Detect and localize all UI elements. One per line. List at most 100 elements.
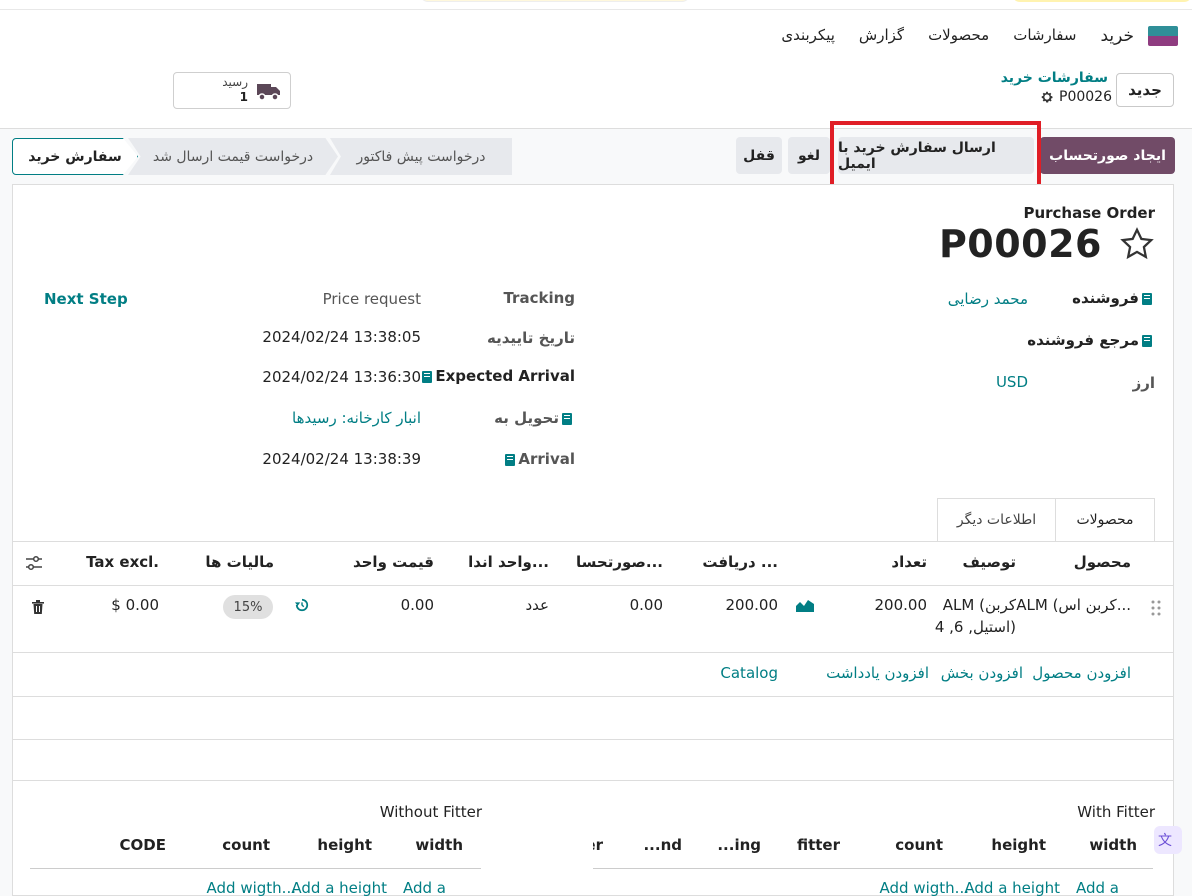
tab-divider [12,541,1174,542]
add-section-link[interactable]: افزودن بخش [941,664,1023,682]
header-divider [12,585,1174,586]
without-col-width[interactable]: width [415,836,463,854]
table-divider [12,780,1174,781]
col-uom[interactable]: واحد اندا... [468,553,549,571]
cell-product[interactable]: ALM (کربن اس... [1016,596,1131,614]
gear-icon[interactable] [1040,90,1054,104]
with-col-fitter[interactable]: fitter [797,836,840,854]
with-col-count[interactable]: count [895,836,943,854]
nav-brand[interactable]: خرید [1100,26,1134,46]
cell-received[interactable]: 200.00 [726,596,779,614]
app-logo-icon[interactable] [1148,26,1178,46]
cell-uom[interactable]: عدد [525,596,549,614]
breadcrumb-record-name: P00026 [1059,89,1112,105]
trash-icon[interactable] [32,600,44,614]
col-received[interactable]: دریافت ... [702,553,778,571]
notice-pill-right [1012,0,1192,2]
notice-pill [420,0,690,2]
with-col-height[interactable]: height [991,836,1046,854]
column-settings-icon[interactable] [25,555,43,571]
forecast-chart-icon[interactable] [796,598,814,612]
expected-arrival-value[interactable]: 2024/02/24 13:36:30 [262,368,421,386]
truck-icon [257,84,280,101]
cell-description[interactable]: ALM (کربن استیل, 6, 4) [935,596,1016,636]
with-fitter-divider [593,868,1153,869]
with-col-nd[interactable]: ...nd [643,836,682,854]
cell-unit-price[interactable]: 0.00 [401,596,434,614]
col-quantity[interactable]: تعداد [891,553,927,571]
nav-item-reporting[interactable]: گزارش [859,26,904,46]
status-rfq-sent[interactable]: درخواست قیمت ارسال شد [128,138,338,175]
add-note-link[interactable]: افزودن یادداشت [826,664,929,682]
table-divider [12,696,1174,697]
currency-value[interactable]: USD [996,373,1028,391]
without-col-code[interactable]: CODE [120,836,166,854]
without-add-width-link[interactable]: Add a [403,879,446,896]
cell-quantity[interactable]: 200.00 [875,596,928,614]
col-billed[interactable]: صورتحسا... [576,553,663,571]
status-purchase-order[interactable]: سفارش خرید [12,138,138,175]
drag-handle-icon[interactable] [1151,600,1161,616]
new-button[interactable]: جدید [1116,73,1174,107]
arrival-value[interactable]: 2024/02/24 13:38:39 [262,450,421,468]
tracking-label: Tracking [503,289,575,307]
receipt-smart-button[interactable]: رسید 1 [173,72,291,109]
cell-description-line2: استیل, 6, 4) [934,618,1016,636]
without-col-count[interactable]: count [222,836,270,854]
translate-icon[interactable] [1154,826,1182,854]
table-divider [12,739,1174,740]
nav-item-products[interactable]: محصولات [928,26,989,46]
next-step-link[interactable]: Next Step [44,290,128,308]
deliver-to-value[interactable]: انبار کارخانه: رسیدها [292,409,421,427]
col-description[interactable]: توصیف [962,553,1016,571]
deliver-to-label: تحویل به [494,409,575,427]
without-add-height-link[interactable]: Add a height [291,879,387,896]
with-col-er-clip: ...er [593,832,603,858]
breadcrumb-parent[interactable]: سفارشات خرید [1001,70,1108,86]
confirmation-date-label: تاریخ تاییدیه [487,329,575,347]
status-draft[interactable]: درخواست پیش فاکتور [330,138,512,175]
with-col-width[interactable]: width [1089,836,1137,854]
top-strip [0,0,1192,10]
col-tax-excluded[interactable]: Tax excl. [86,553,159,571]
tracking-value[interactable]: Price request [323,290,421,308]
without-col-height[interactable]: height [317,836,372,854]
vendor-value[interactable]: محمد رضایی [948,290,1028,308]
with-add-width-link[interactable]: Add a [1076,879,1119,896]
history-icon[interactable] [295,598,309,612]
vendor-reference-label: مرجع فروشنده [1027,331,1155,349]
expected-arrival-label: Expected Arrival [419,367,575,385]
with-col-er[interactable]: ...er [593,836,603,854]
create-bill-button[interactable]: ایجاد صورتحساب [1040,137,1175,174]
document-type-label: Purchase Order [1023,204,1155,222]
confirmation-date-value[interactable]: 2024/02/24 13:38:05 [262,328,421,346]
arrival-label: Arrival [502,450,575,468]
with-add-wigth-link[interactable]: Add wigth... [880,879,969,896]
star-icon[interactable] [1118,226,1156,262]
nav-item-configuration[interactable]: پیکربندی [781,26,835,46]
tab-other-info[interactable]: اطلاعات دیگر [937,498,1055,541]
col-product[interactable]: محصول [1074,553,1131,571]
nav-item-orders[interactable]: سفارشات [1013,26,1076,46]
col-taxes[interactable]: مالیات ها [205,553,274,571]
cell-billed: 0.00 [629,596,663,614]
with-add-height-link[interactable]: Add a height [964,879,1060,896]
with-col-ing[interactable]: ...ing [717,836,761,854]
cell-tax-excluded: $ 0.00 [111,596,159,614]
without-add-wigth-link[interactable]: Add wigth... [207,879,296,896]
help-book-icon [1142,334,1152,347]
vendor-label: فروشنده [1072,289,1155,307]
tab-products[interactable]: محصولات [1055,498,1155,541]
breadcrumb-record: P00026 [1040,89,1112,105]
lock-button[interactable]: قفل [736,137,782,174]
currency-label: ارز [1132,374,1155,392]
document-number: P00026 [938,222,1102,266]
cell-description-line1: ALM (کربن [942,596,1016,614]
receipt-count: 1 [239,90,248,104]
catalog-link[interactable]: Catalog [720,664,778,682]
cancel-button[interactable]: لغو [788,137,830,174]
add-product-link[interactable]: افزودن محصول [1032,664,1131,682]
col-unit-price[interactable]: قیمت واحد [353,553,434,571]
with-fitter-title: With Fitter [1077,803,1155,821]
tax-badge[interactable]: 15% [223,595,273,619]
